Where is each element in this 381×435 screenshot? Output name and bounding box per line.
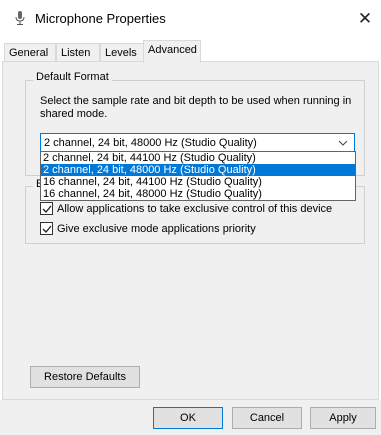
default-format-group-label: Default Format: [33, 71, 112, 83]
format-select-value: 2 channel, 24 bit, 48000 Hz (Studio Qual…: [44, 137, 257, 149]
give-priority-label: Give exclusive mode applications priorit…: [57, 223, 256, 235]
cancel-button[interactable]: Cancel: [232, 407, 302, 429]
format-select[interactable]: 2 channel, 24 bit, 48000 Hz (Studio Qual…: [40, 133, 355, 153]
tab-label: Advanced: [148, 44, 197, 56]
tab-listen[interactable]: Listen: [56, 43, 100, 61]
tab-general[interactable]: General: [4, 43, 56, 61]
checkmark-icon: [42, 225, 52, 233]
format-option-selected[interactable]: 2 channel, 24 bit, 48000 Hz (Studio Qual…: [41, 164, 355, 176]
allow-exclusive-label: Allow applications to take exclusive con…: [57, 203, 333, 215]
format-option[interactable]: 16 channel, 24 bit, 44100 Hz (Studio Qua…: [41, 176, 355, 188]
tab-label: General: [9, 47, 49, 59]
default-format-description: Select the sample rate and bit depth to …: [40, 95, 352, 120]
tab-advanced[interactable]: Advanced: [143, 40, 201, 63]
tab-levels[interactable]: Levels: [100, 43, 144, 61]
restore-defaults-button[interactable]: Restore Defaults: [30, 366, 140, 388]
tab-label: Levels: [105, 47, 137, 59]
window-title: Microphone Properties: [35, 11, 166, 26]
ok-button[interactable]: OK: [153, 407, 223, 429]
allow-exclusive-checkbox[interactable]: [40, 202, 53, 215]
microphone-icon: [13, 10, 27, 26]
close-icon: ✕: [357, 9, 373, 28]
tab-label: Listen: [61, 47, 91, 59]
apply-button[interactable]: Apply: [310, 407, 376, 429]
close-button[interactable]: ✕: [352, 6, 378, 32]
format-option[interactable]: 16 channel, 24 bit, 48000 Hz (Studio Qua…: [41, 188, 355, 200]
give-priority-checkbox[interactable]: [40, 222, 53, 235]
checkmark-icon: [42, 205, 52, 213]
format-dropdown-list[interactable]: 2 channel, 24 bit, 44100 Hz (Studio Qual…: [40, 151, 356, 201]
format-option[interactable]: 2 channel, 24 bit, 44100 Hz (Studio Qual…: [41, 152, 355, 164]
